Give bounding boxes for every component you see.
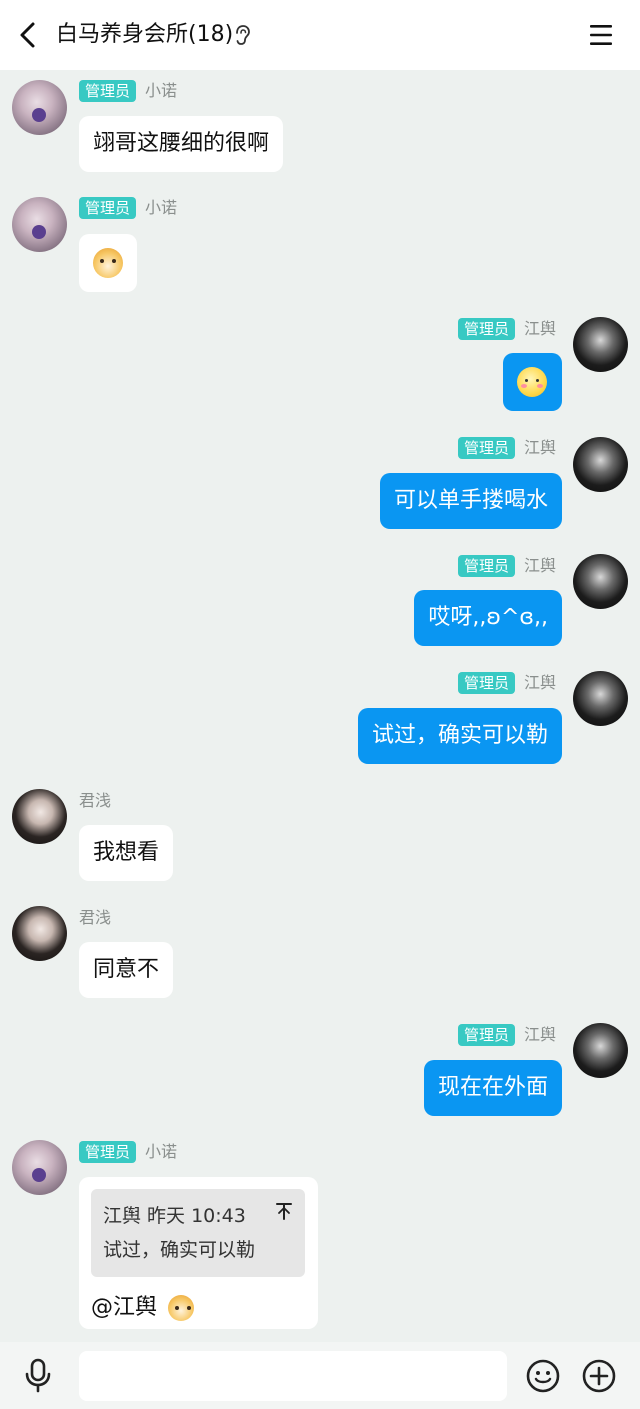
admin-badge: 管理员 xyxy=(458,318,516,340)
sender-name: 君浅 xyxy=(79,791,112,810)
plus-icon[interactable] xyxy=(581,1358,617,1394)
avatar-jiangyu[interactable] xyxy=(573,554,628,609)
message-bubble[interactable]: 我想看 xyxy=(79,825,174,881)
avatar-xiaonuo[interactable] xyxy=(12,197,67,252)
input-bar xyxy=(0,1342,640,1409)
sender-name: 小诺 xyxy=(145,81,178,100)
message-bubble[interactable]: 同意不 xyxy=(79,942,174,998)
avatar-jiangyu[interactable] xyxy=(573,671,628,726)
sender-name: 江舆 xyxy=(524,673,557,692)
avatar-jiangyu[interactable] xyxy=(573,317,628,372)
back-arrow-icon[interactable] xyxy=(14,20,44,50)
ear-icon xyxy=(236,25,250,45)
admin-badge: 管理员 xyxy=(458,437,516,459)
avatar-jiangyu[interactable] xyxy=(573,1023,628,1078)
admin-badge: 管理员 xyxy=(79,1141,137,1163)
message-bubble[interactable]: 哎呀,,ʚ^ɞ,, xyxy=(414,590,562,646)
message-bubble[interactable] xyxy=(79,234,137,292)
chat-title[interactable]: 白马养身会所(18) xyxy=(56,20,233,50)
quote-jump-icon[interactable] xyxy=(275,1201,293,1221)
sender-name: 江舆 xyxy=(524,556,557,575)
admin-badge: 管理员 xyxy=(79,197,137,219)
message-bubble[interactable]: 翊哥这腰细的很啊 xyxy=(79,116,284,172)
avatar-junqian[interactable] xyxy=(12,789,67,844)
menu-icon[interactable] xyxy=(586,20,616,50)
message-bubble[interactable] xyxy=(503,353,562,411)
sender-name: 江舆 xyxy=(524,319,557,338)
emoji-picker-icon[interactable] xyxy=(525,1358,561,1394)
reply-message-bubble[interactable]: 江舆 昨天 10:43 试过，确实可以勒 @江舆 xyxy=(79,1177,318,1329)
admin-badge: 管理员 xyxy=(79,80,137,102)
doge-emoji-icon xyxy=(168,1295,195,1321)
quoted-message[interactable]: 江舆 昨天 10:43 试过，确实可以勒 xyxy=(91,1189,305,1277)
reply-content: @江舆 xyxy=(91,1293,306,1323)
blush-emoji-icon xyxy=(517,367,547,397)
avatar-xiaonuo[interactable] xyxy=(12,80,67,135)
message-input[interactable] xyxy=(79,1351,507,1401)
avatar-xiaonuo[interactable] xyxy=(12,1140,67,1195)
avatar-junqian[interactable] xyxy=(12,906,67,961)
sender-name: 小诺 xyxy=(145,198,178,217)
message-bubble[interactable]: 试过，确实可以勒 xyxy=(357,708,562,764)
admin-badge: 管理员 xyxy=(458,555,516,577)
microphone-icon[interactable] xyxy=(22,1357,54,1393)
message-bubble[interactable]: 可以单手搂喝水 xyxy=(379,473,562,529)
avatar-jiangyu[interactable] xyxy=(573,437,628,492)
mention-text[interactable]: @江舆 xyxy=(91,1295,157,1320)
message-bubble[interactable]: 现在在外面 xyxy=(423,1060,562,1116)
admin-badge: 管理员 xyxy=(458,672,516,694)
sender-name: 君浅 xyxy=(79,908,112,927)
chat-header: 白马养身会所(18) xyxy=(0,0,640,70)
quoted-text: 试过，确实可以勒 xyxy=(103,1239,256,1261)
sender-name: 江舆 xyxy=(524,438,557,457)
sender-name: 江舆 xyxy=(524,1025,557,1044)
admin-badge: 管理员 xyxy=(458,1024,516,1046)
doge-emoji-icon xyxy=(93,248,123,278)
quoted-meta: 江舆 昨天 10:43 xyxy=(103,1205,246,1227)
sender-name: 小诺 xyxy=(145,1142,178,1161)
